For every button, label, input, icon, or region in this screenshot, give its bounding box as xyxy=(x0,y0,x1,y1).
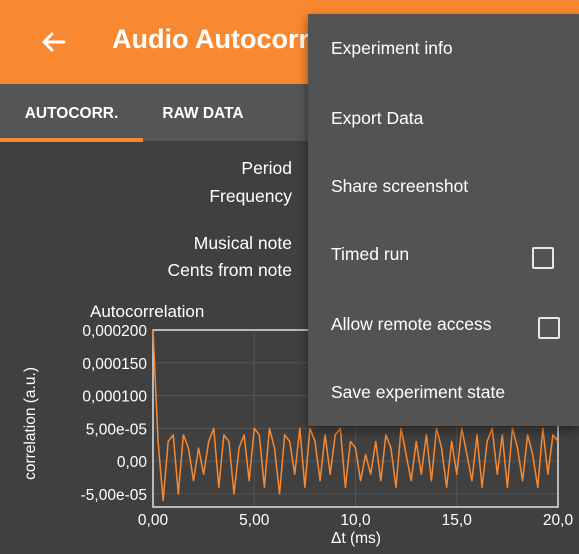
y-tick-label: 0,000100 xyxy=(82,389,147,406)
period-label: Period xyxy=(241,158,292,178)
remote-access-checkbox[interactable] xyxy=(538,317,560,339)
menu-item-label: Experiment info xyxy=(331,38,453,58)
menu-item-label: Timed run xyxy=(331,244,410,264)
y-tick-label: 0,000150 xyxy=(82,356,147,373)
menu-item-experiment-info[interactable]: Experiment info xyxy=(308,14,579,82)
y-tick-label: 0,000200 xyxy=(82,323,147,340)
x-tick-label: 20,0 xyxy=(543,512,574,529)
tab-raw-data[interactable]: RAW DATA xyxy=(148,84,258,141)
y-axis-label: correlation (a.u.) xyxy=(22,367,39,480)
menu-item-allow-remote-access[interactable]: Allow remote access xyxy=(308,290,579,358)
y-tick-label: -5,00e-05 xyxy=(81,487,147,504)
x-tick-label: 0,00 xyxy=(138,512,169,529)
timed-run-checkbox[interactable] xyxy=(532,247,554,269)
tab-autocorr[interactable]: AUTOCORR. xyxy=(0,84,143,141)
menu-item-label: Save experiment state xyxy=(331,382,506,402)
arrow-left-icon[interactable] xyxy=(34,22,74,62)
app-title: Audio Autocorr xyxy=(112,24,309,54)
y-tick-label: 0,00 xyxy=(117,454,148,471)
frequency-label: Frequency xyxy=(209,186,292,206)
x-tick-label: 15,0 xyxy=(442,512,473,529)
menu-item-label: Share screenshot xyxy=(331,176,469,196)
menu-item-share-screenshot[interactable]: Share screenshot xyxy=(308,152,579,220)
x-tick-label: 5,00 xyxy=(239,512,270,529)
cents-label: Cents from note xyxy=(167,260,293,280)
menu-item-save-experiment-state[interactable]: Save experiment state xyxy=(308,358,579,426)
menu-item-timed-run[interactable]: Timed run xyxy=(308,220,579,288)
tab-active-indicator xyxy=(0,138,143,142)
y-tick-label: 5,00e-05 xyxy=(86,421,147,438)
musical-note-label: Musical note xyxy=(193,233,292,253)
x-axis-label: Δt (ms) xyxy=(331,530,381,547)
x-tick-label: 10,0 xyxy=(340,512,371,529)
menu-item-label: Allow remote access xyxy=(331,314,492,334)
menu-item-export-data[interactable]: Export Data xyxy=(308,84,579,152)
menu-item-label: Export Data xyxy=(331,108,424,128)
overflow-menu: Experiment info Export Data Share screen… xyxy=(308,14,579,426)
